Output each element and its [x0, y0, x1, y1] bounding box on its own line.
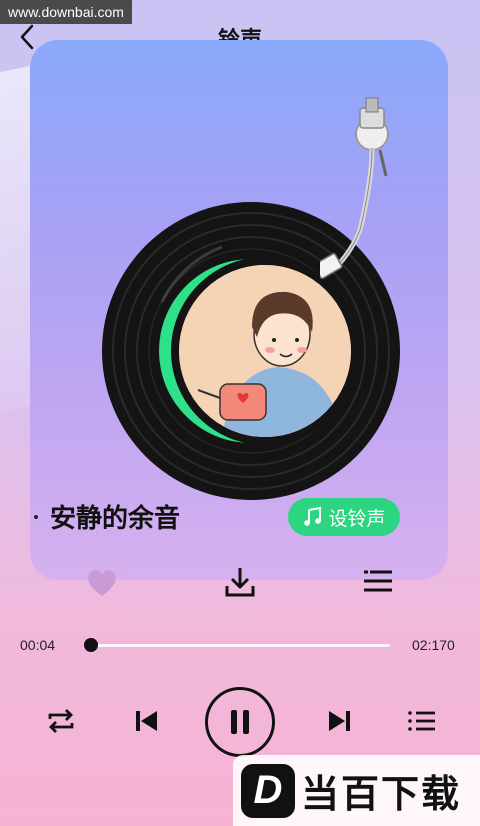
- album-art: [179, 265, 351, 437]
- logo-text: 当百下载: [301, 772, 462, 816]
- player-card: 安静的余音 设铃声: [30, 40, 448, 580]
- logo-mark: D: [241, 763, 295, 818]
- total-time: 02:170: [412, 637, 455, 653]
- music-note-icon: [304, 506, 322, 526]
- playlist-add-icon: [364, 570, 392, 592]
- skip-next-icon: [329, 711, 350, 731]
- site-logo: D 当百下载: [233, 755, 480, 826]
- song-title-row: 安静的余音: [34, 498, 180, 535]
- current-time: 00:04: [20, 637, 56, 653]
- progress-bar[interactable]: [84, 638, 390, 652]
- download-button[interactable]: [222, 564, 258, 600]
- repeat-icon: [48, 709, 74, 733]
- progress-thumb[interactable]: [84, 638, 99, 652]
- queue-button[interactable]: [405, 704, 439, 738]
- watermark: www.downbai.com: [0, 0, 132, 24]
- set-ringtone-label: 设铃声: [328, 507, 386, 530]
- queue-list-icon: [408, 711, 435, 731]
- download-icon: [225, 568, 255, 597]
- tonearm: [320, 97, 389, 279]
- set-ringtone-button[interactable]: 设铃声: [288, 498, 400, 536]
- like-button[interactable]: [84, 564, 120, 600]
- song-title: 安静的余音: [50, 504, 181, 534]
- pause-button[interactable]: [205, 687, 275, 757]
- next-button[interactable]: [322, 704, 356, 738]
- bullet-dot: [34, 514, 38, 519]
- heart-icon: [88, 570, 116, 596]
- repeat-button[interactable]: [44, 704, 78, 738]
- pause-icon: [231, 710, 249, 734]
- add-to-playlist-button[interactable]: [360, 564, 396, 600]
- skip-previous-icon: [136, 711, 157, 731]
- previous-button[interactable]: [130, 704, 164, 738]
